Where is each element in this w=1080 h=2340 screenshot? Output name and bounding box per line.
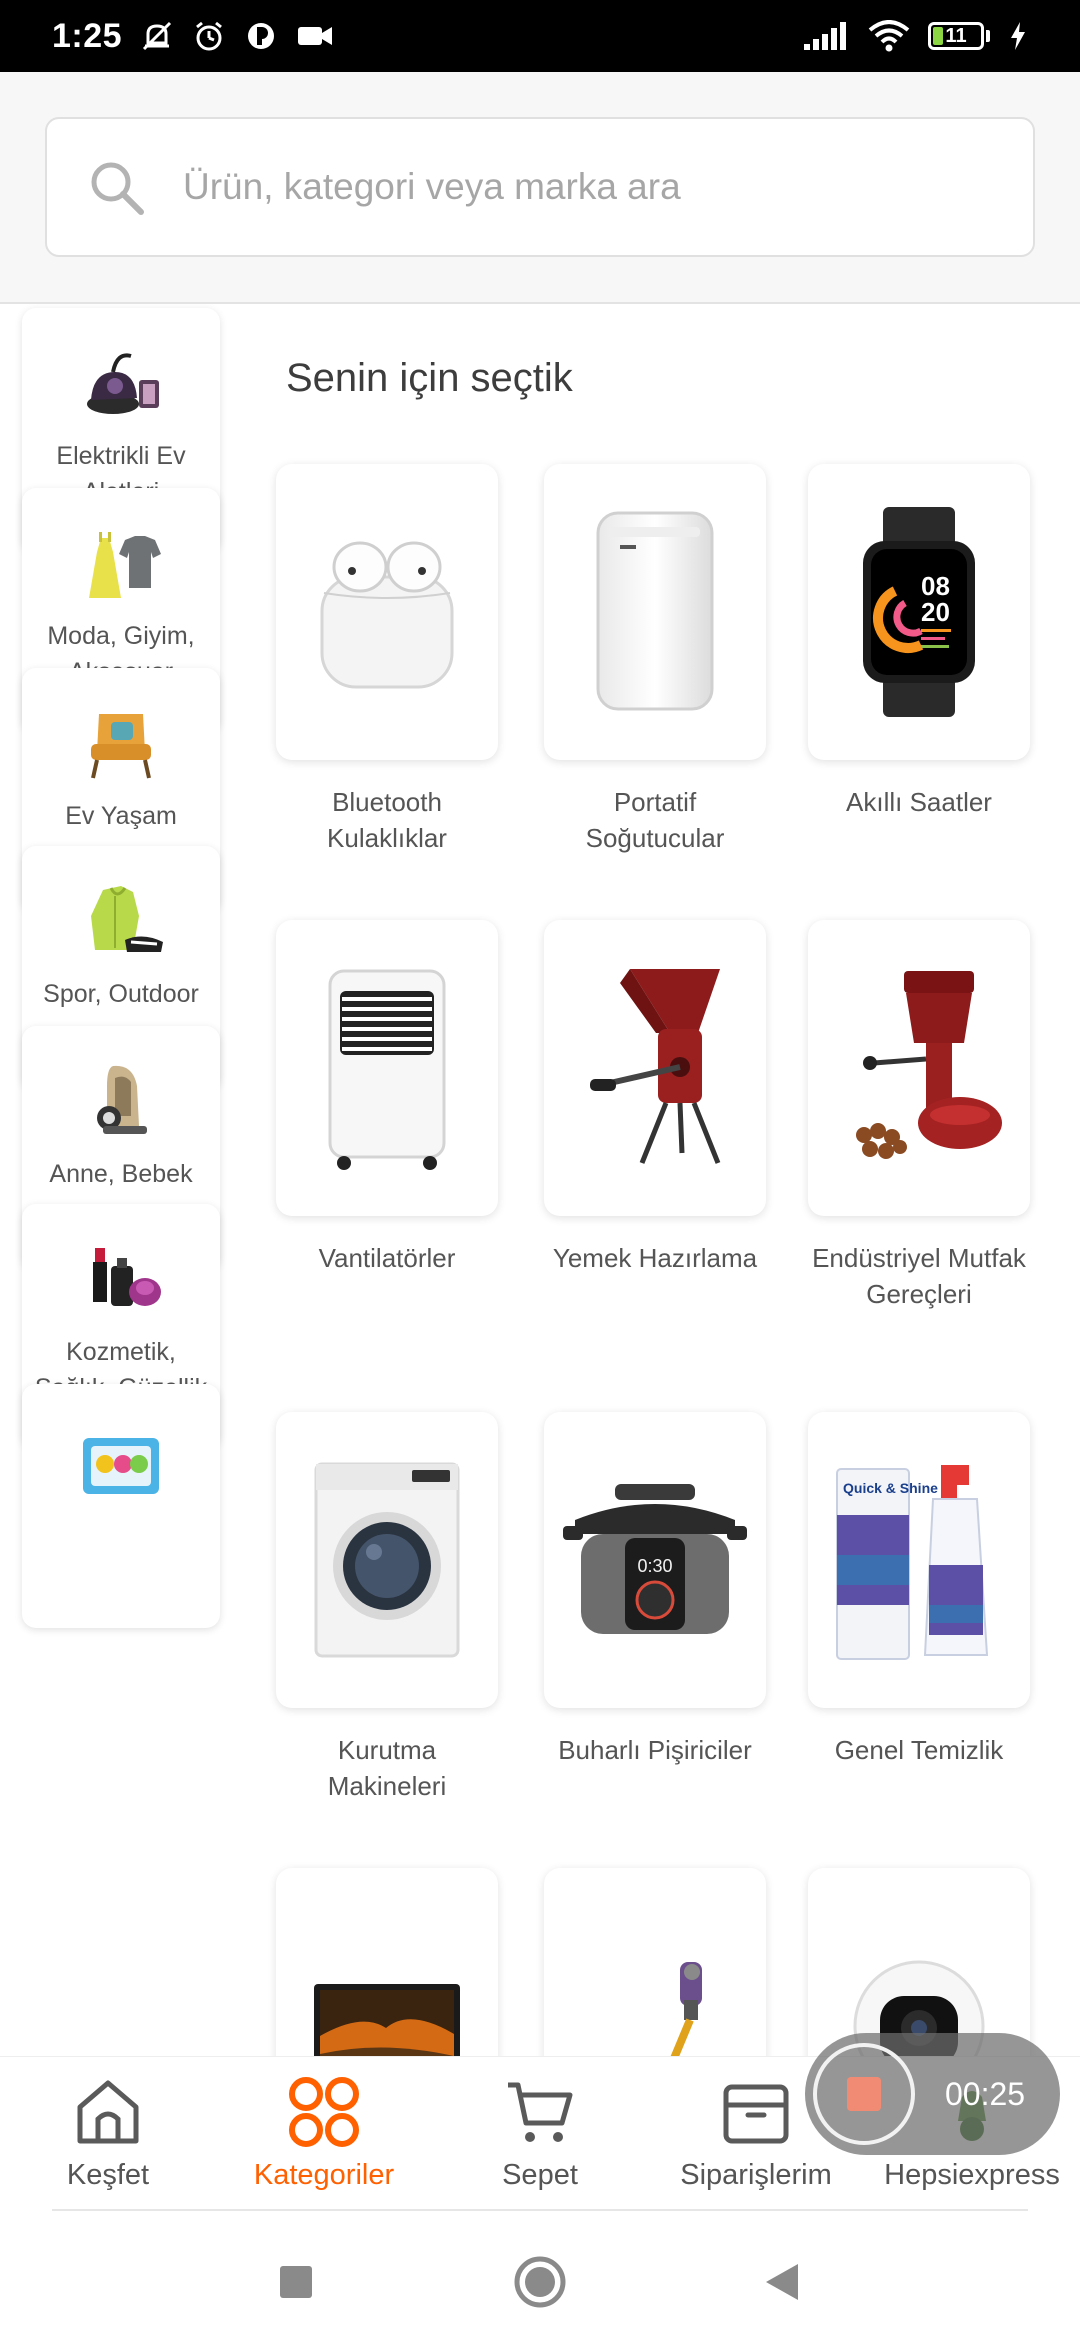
nav-label: Keşfet <box>66 2159 150 2191</box>
cleaning-spray-icon: Quick & Shine <box>808 1412 1030 1708</box>
grinder-icon <box>544 920 766 1216</box>
product-category-item[interactable]: Endüstriyel Mutfak Gereçleri <box>808 920 1030 1312</box>
product-label: Bluetooth Kulaklıklar <box>327 787 447 853</box>
recording-timer: 00:25 <box>945 2075 1026 2112</box>
nav-kesfet[interactable]: Keşfet <box>0 2077 216 2197</box>
category-supermarket[interactable] <box>22 1384 220 1628</box>
search-icon <box>91 162 144 215</box>
section-title: Senin için seçtik <box>286 356 573 400</box>
app-status-icon <box>244 19 278 53</box>
security-camera-icon <box>808 1868 1030 2056</box>
baby-seat-icon <box>73 1060 169 1140</box>
cosmetics-icon <box>73 1238 169 1318</box>
stick-vacuum-icon <box>544 1868 766 2056</box>
smartwatch-icon: 08 20 <box>808 464 1030 760</box>
armchair-icon <box>73 702 169 782</box>
product-category-item[interactable]: Bluetooth Kulaklıklar <box>276 464 498 856</box>
recommended-panel: Senin için seçtik Bluetooth Kulaklıklar <box>250 304 1080 2056</box>
category-label: Ev Yaşam <box>65 802 177 830</box>
category-label: Anne, Bebek <box>49 1160 193 1188</box>
search-header <box>0 72 1080 304</box>
cart-icon <box>504 2077 576 2147</box>
product-brand-text: Quick & Shine <box>843 1480 938 1496</box>
product-label: Vantilatörler <box>318 1243 456 1273</box>
home-icon <box>72 2077 144 2147</box>
charging-icon <box>1008 20 1028 52</box>
laptop-icon <box>276 1868 498 2056</box>
product-label: Portatif Soğutucular <box>585 787 725 853</box>
alarm-icon <box>192 19 226 53</box>
product-category-item[interactable] <box>544 1868 766 2056</box>
product-label: Kurutma Makineleri <box>327 1735 447 1801</box>
circle-icon <box>514 2256 566 2308</box>
video-camera-icon <box>296 19 334 53</box>
product-category-item[interactable]: Vantilatörler <box>276 920 498 1276</box>
dryer-icon <box>276 1412 498 1708</box>
product-category-item[interactable]: Quick & Shine Genel Temizlik <box>808 1412 1030 1768</box>
screen-recorder-widget[interactable]: 00:25 <box>805 2033 1060 2155</box>
nav-label: Kategoriler <box>253 2159 395 2191</box>
status-right: 11 <box>802 20 1028 52</box>
nav-divider <box>52 2209 1028 2211</box>
categories-icon <box>288 2077 360 2147</box>
product-category-item[interactable] <box>808 1868 1030 2056</box>
square-icon <box>280 2266 312 2298</box>
nav-label: Hepsiexpress <box>884 2159 1060 2191</box>
product-category-item[interactable]: 0:30 Buharlı Pişiriciler <box>544 1412 766 1768</box>
back-button[interactable] <box>752 2252 812 2312</box>
signal-icon <box>802 20 850 52</box>
roaster-icon <box>808 920 1030 1216</box>
search-input[interactable] <box>181 165 985 209</box>
nav-label: Sepet <box>502 2159 578 2191</box>
system-navigation-bar <box>0 2212 1080 2340</box>
triangle-back-icon <box>766 2264 798 2300</box>
vacuum-icon <box>73 342 169 422</box>
pressure-cooker-icon: 0:30 <box>544 1412 766 1708</box>
box-icon <box>720 2077 792 2147</box>
watch-minute: 20 <box>921 597 950 627</box>
product-label: Yemek Hazırlama <box>552 1243 758 1273</box>
product-label: Genel Temizlik <box>834 1735 1004 1765</box>
app-root: 1:25 11 Ürün, kategori veya marka ara El… <box>0 0 1080 2340</box>
mute-icon <box>140 19 174 53</box>
product-category-item[interactable]: Yemek Hazırlama <box>544 920 766 1276</box>
product-label: Akıllı Saatler <box>846 787 992 817</box>
nav-sepet[interactable]: Sepet <box>432 2077 648 2197</box>
cooker-display: 0:30 <box>637 1556 672 1576</box>
product-label: Buharlı Pişiriciler <box>558 1735 752 1765</box>
battery-icon: 11 <box>928 22 990 50</box>
stop-recording-button[interactable] <box>813 2043 915 2145</box>
grocery-icon <box>73 1418 169 1498</box>
nav-kategoriler[interactable]: Kategoriler <box>216 2077 432 2197</box>
portable-ac-icon <box>544 464 766 760</box>
status-left: 1:25 <box>52 17 334 56</box>
recent-apps-button[interactable] <box>266 2252 326 2312</box>
product-label: Endüstriyel Mutfak Gereçleri <box>812 1243 1026 1309</box>
clothing-icon <box>73 522 169 602</box>
earbuds-icon <box>276 464 498 760</box>
air-cooler-icon <box>276 920 498 1216</box>
status-bar: 1:25 11 <box>0 0 1080 72</box>
product-category-item[interactable] <box>276 1868 498 2056</box>
nav-label: Siparişlerim <box>680 2159 832 2191</box>
status-time: 1:25 <box>52 16 123 55</box>
stop-icon <box>847 2077 881 2111</box>
product-category-item[interactable]: Kurutma Makineleri <box>276 1412 498 1804</box>
product-category-item[interactable]: Portatif Soğutucular <box>544 464 766 856</box>
wifi-icon <box>868 20 910 52</box>
search-bar[interactable] <box>45 117 1035 257</box>
category-label: Spor, Outdoor <box>43 980 199 1008</box>
product-category-item[interactable]: 08 20 Akıllı Saatler <box>808 464 1030 820</box>
home-button[interactable] <box>510 2252 570 2312</box>
jacket-icon <box>73 880 169 960</box>
category-sidebar[interactable]: Elektrikli Ev Aletleri Moda, Giyim, Akse… <box>0 304 250 2056</box>
battery-level: 11 <box>945 24 967 47</box>
